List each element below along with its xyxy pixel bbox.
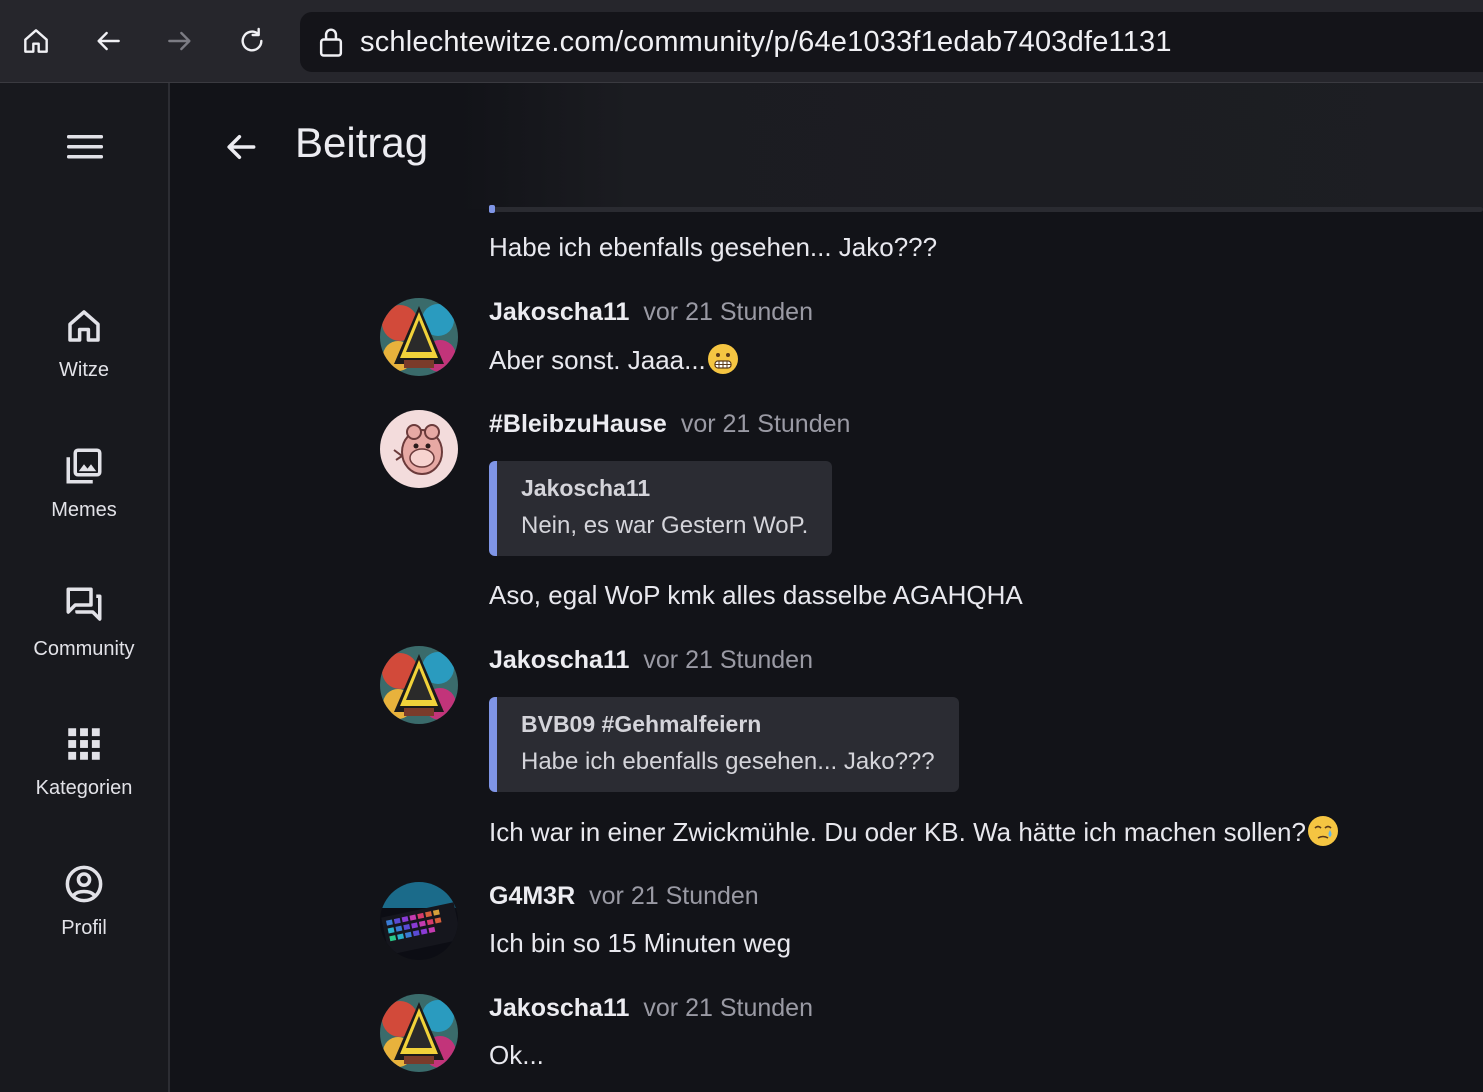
home-icon — [24, 29, 48, 53]
sidebar-item-label: Witze — [59, 359, 109, 381]
browser-home-button[interactable] — [16, 21, 56, 61]
comment-time: vor 21 Stunden — [643, 994, 813, 1022]
sidebar-item-label: Community — [33, 638, 135, 660]
grid-icon — [68, 728, 100, 760]
comment: Jakoscha11 vor 21 Stunden Ok... — [380, 994, 1480, 1074]
comment-time: vor 21 Stunden — [643, 298, 813, 326]
quote-author: BVB09 #Gehmalfeiern — [521, 711, 762, 737]
comment-meta: #BleibzuHause vor 21 Stunden — [489, 410, 850, 439]
browser-back-button[interactable] — [88, 21, 128, 61]
comment-text: Aber sonst. Jaaa... — [489, 345, 706, 375]
comment-body: Aber sonst. Jaaa... — [489, 344, 738, 376]
comment-author[interactable]: Jakoscha11 — [489, 994, 629, 1022]
sidebar-item-label: Kategorien — [35, 777, 133, 799]
arrow-left-icon — [97, 31, 120, 51]
quoted-comment[interactable]: BVB09 #Gehmalfeiern Habe ich ebenfalls g… — [489, 697, 959, 792]
lock-icon — [319, 28, 343, 57]
comment-body: Ich war in einer Zwickmühle. Du oder KB.… — [489, 816, 1338, 848]
comment-author[interactable]: #BleibzuHause — [489, 410, 667, 438]
back-arrow-icon[interactable] — [222, 128, 260, 166]
url-text[interactable]: schlechtewitze.com/community/p/64e1033f1… — [360, 26, 1172, 59]
comment-time: vor 21 Stunden — [589, 882, 759, 910]
comment-meta: Jakoscha11 vor 21 Stunden — [489, 298, 813, 327]
avatar[interactable] — [380, 298, 458, 376]
browser-forward-button[interactable] — [160, 21, 200, 61]
reload-icon — [241, 27, 263, 52]
home-icon — [68, 310, 100, 342]
sidebar-item-label: Memes — [51, 499, 117, 521]
sidebar-item-community[interactable]: Community — [0, 584, 168, 661]
hamburger-menu-icon[interactable] — [65, 133, 105, 161]
address-bar[interactable]: schlechtewitze.com/community/p/64e1033f1… — [300, 12, 1483, 72]
comment-text: Ich bin so 15 Minuten weg — [489, 928, 792, 958]
comment: G4M3R vor 21 Stunden Ich bin so 15 Minute… — [380, 882, 1480, 962]
browser-toolbar: schlechtewitze.com/community/p/64e1033f1… — [0, 0, 1483, 83]
arrow-right-icon — [168, 31, 191, 51]
sidebar-item-profil[interactable]: Profil — [0, 863, 168, 940]
sidebar-item-witze[interactable]: Witze — [0, 305, 168, 382]
comment: Jakoscha11 vor 21 Stunden BVB09 #Gehmalfe… — [380, 646, 1480, 848]
comment-author[interactable]: Jakoscha11 — [489, 298, 629, 326]
comment-author[interactable]: G4M3R — [489, 882, 575, 910]
comment-text: Aso, egal WoP kmk alles dasselbe AGAHQHA — [489, 580, 1023, 610]
comment-text: Ok... — [489, 1040, 544, 1070]
sidebar-item-kategorien[interactable]: Kategorien — [0, 723, 168, 800]
comment-time: vor 21 Stunden — [680, 410, 851, 438]
comment-time: vor 21 Stunden — [643, 646, 813, 674]
account-circle-icon — [65, 865, 103, 903]
page-title: Beitrag — [295, 119, 429, 166]
sidebar: Witze Memes Community Kategorien Profil — [0, 83, 170, 1092]
sidebar-item-memes[interactable]: Memes — [0, 445, 168, 522]
avatar[interactable] — [380, 646, 458, 724]
comment: #BleibzuHause vor 21 Stunden Jakoscha11 N… — [380, 410, 1480, 610]
quote-divider — [490, 207, 1483, 212]
comment-text: Habe ich ebenfalls gesehen... Jako??? — [489, 232, 938, 262]
grimacing-face-icon — [707, 344, 738, 374]
comment-meta: Jakoscha11 vor 21 Stunden — [489, 994, 813, 1023]
avatar[interactable] — [380, 994, 458, 1072]
sidebar-item-label: Profil — [61, 917, 107, 939]
avatar[interactable] — [380, 410, 458, 488]
comment-meta: Jakoscha11 vor 21 Stunden — [489, 646, 813, 675]
crying-face-icon — [1307, 816, 1338, 846]
quote-accent — [489, 205, 495, 213]
quote-text: Nein, es war Gestern WoP. — [521, 512, 809, 539]
avatar[interactable] — [380, 882, 458, 960]
quote-text: Habe ich ebenfalls gesehen... Jako??? — [521, 748, 935, 775]
quoted-comment[interactable]: Jakoscha11 Nein, es war Gestern WoP. — [489, 461, 833, 556]
forum-icon — [66, 587, 102, 621]
quote-author: Jakoscha11 — [521, 475, 651, 501]
image-library-icon — [66, 448, 102, 484]
comment-meta: G4M3R vor 21 Stunden — [489, 882, 759, 911]
browser-reload-button[interactable] — [232, 21, 272, 61]
comment: Jakoscha11 vor 21 Stunden Aber sonst. Jaa… — [380, 298, 1480, 378]
comment-author[interactable]: Jakoscha11 — [489, 646, 629, 674]
comment-text: Ich war in einer Zwickmühle. Du oder KB.… — [489, 817, 1306, 847]
